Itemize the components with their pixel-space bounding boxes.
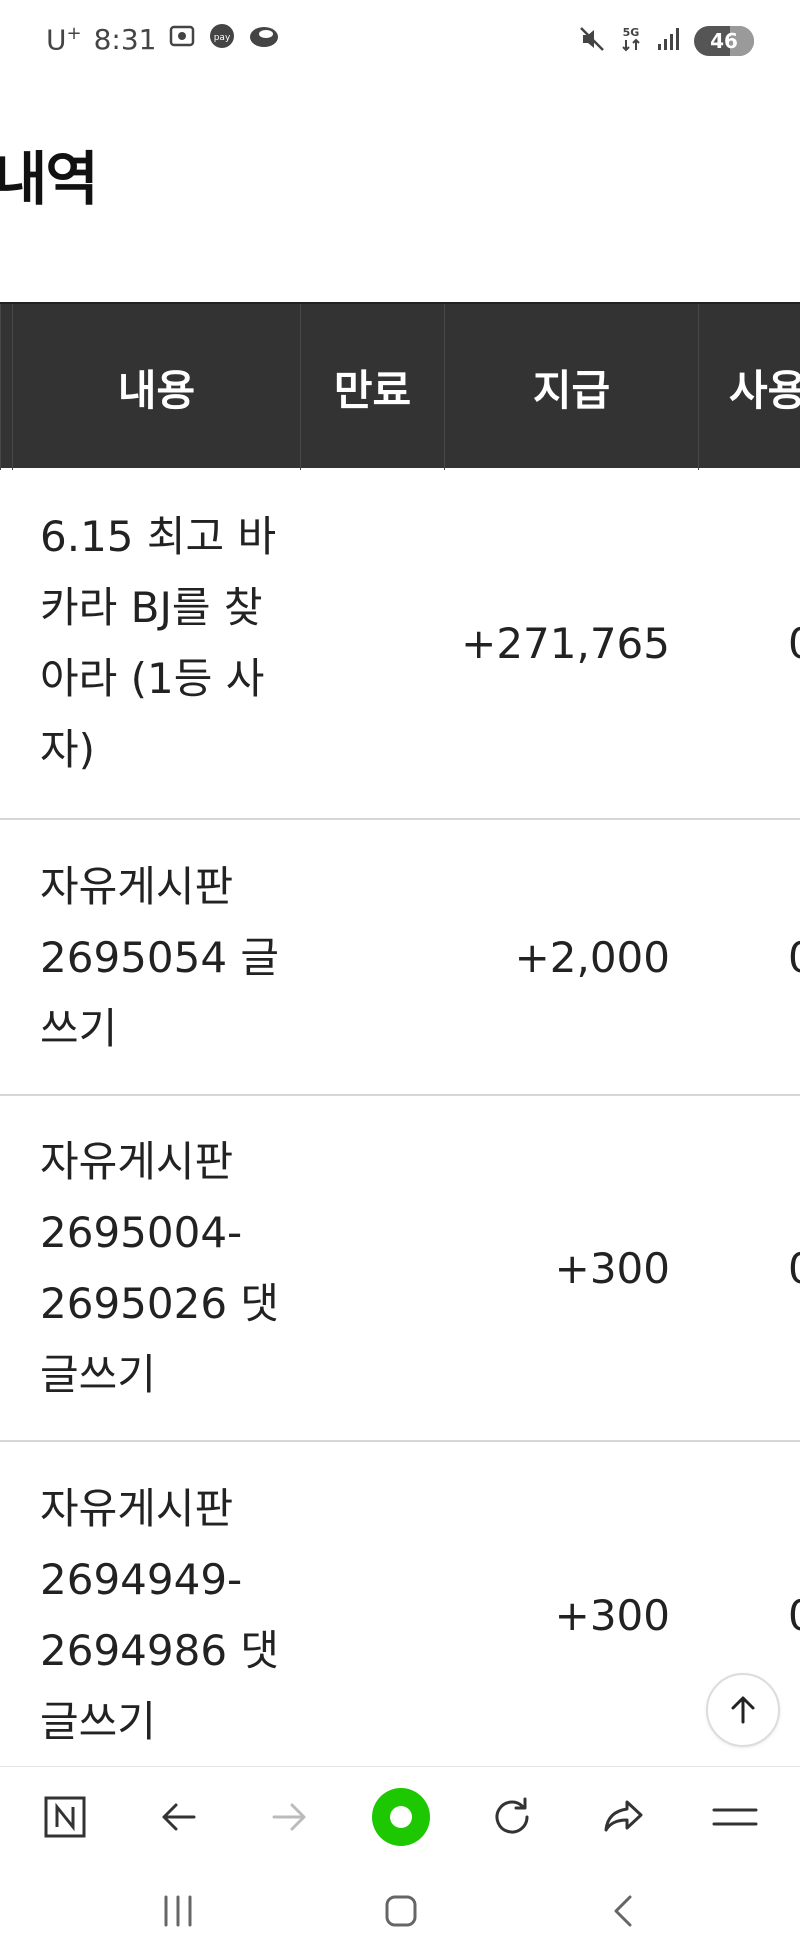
status-time: 8:31 bbox=[93, 23, 157, 56]
row-amount: +271,765 bbox=[461, 618, 670, 668]
5g-icon: 5G bbox=[618, 24, 644, 58]
battery-icon: 46 bbox=[694, 26, 754, 56]
signal-icon bbox=[656, 26, 682, 56]
pay-icon: pay bbox=[208, 22, 236, 57]
system-back-button[interactable] bbox=[594, 1886, 654, 1936]
screenshot-icon bbox=[168, 22, 196, 57]
header-expiry: 만료 bbox=[300, 304, 444, 470]
share-button[interactable] bbox=[594, 1787, 654, 1847]
table-header: 내용 만료 지급 사용 bbox=[0, 302, 800, 470]
row-content: 자유게시판 2694949-2694986 댓글쓰기 bbox=[40, 1484, 280, 1746]
row-used: 0 bbox=[788, 820, 800, 1094]
table-row: 자유게시판 2694949-2694986 댓글쓰기 +300 0 bbox=[0, 1442, 800, 1768]
status-bar: U+ 8:31 pay 5G 46 bbox=[0, 0, 800, 80]
row-used: 0 bbox=[788, 1442, 800, 1768]
status-left: U+ 8:31 pay bbox=[46, 22, 280, 57]
recent-apps-button[interactable] bbox=[148, 1886, 208, 1936]
row-amount: +300 bbox=[554, 1590, 670, 1640]
refresh-button[interactable] bbox=[482, 1787, 542, 1847]
row-amount: +300 bbox=[554, 1243, 670, 1293]
back-button[interactable] bbox=[148, 1787, 208, 1847]
menu-icon bbox=[712, 1808, 758, 1826]
recent-apps-icon bbox=[164, 1895, 192, 1927]
refresh-icon bbox=[495, 1797, 529, 1834]
history-table[interactable]: 내용 만료 지급 사용 6.15 최고 바카라 BJ를 찾아라 (1등 사자) … bbox=[0, 302, 800, 1768]
naver-home-button[interactable] bbox=[35, 1787, 95, 1847]
system-home-button[interactable] bbox=[371, 1886, 431, 1936]
system-back-icon bbox=[614, 1895, 632, 1927]
green-dot-icon bbox=[372, 1788, 430, 1846]
table-row: 6.15 최고 바카라 BJ를 찾아라 (1등 사자) +271,765 0 bbox=[0, 468, 800, 820]
back-arrow-icon bbox=[162, 1803, 196, 1831]
header-content: 내용 bbox=[12, 304, 300, 470]
header-granted: 지급 bbox=[444, 304, 698, 470]
system-nav-bar bbox=[0, 1866, 800, 1956]
svg-text:5G: 5G bbox=[623, 26, 640, 39]
row-content: 자유게시판 2695054 글쓰기 bbox=[40, 861, 280, 1053]
svg-text:pay: pay bbox=[214, 33, 231, 43]
row-amount: +2,000 bbox=[514, 932, 670, 982]
mute-icon bbox=[578, 25, 606, 57]
table-row: 자유게시판 2695004-2695026 댓글쓰기 +300 0 bbox=[0, 1096, 800, 1442]
share-icon bbox=[604, 1800, 643, 1832]
row-used: 0 bbox=[788, 1096, 800, 1440]
header-edge bbox=[0, 304, 12, 470]
row-content: 6.15 최고 바카라 BJ를 찾아라 (1등 사자) bbox=[40, 512, 277, 774]
naver-home-icon bbox=[44, 1796, 86, 1838]
status-right: 5G 46 bbox=[578, 24, 754, 58]
arrow-up-icon bbox=[731, 1696, 755, 1724]
browser-toolbar bbox=[0, 1766, 800, 1866]
cloud-app-icon bbox=[248, 22, 280, 57]
home-icon bbox=[385, 1895, 417, 1927]
scroll-to-top-button[interactable] bbox=[706, 1673, 780, 1747]
row-used: 0 bbox=[788, 468, 800, 818]
carrier-label: U+ bbox=[46, 22, 82, 57]
green-dot-button[interactable] bbox=[371, 1787, 431, 1847]
header-used: 사용 bbox=[698, 304, 800, 470]
menu-button[interactable] bbox=[705, 1787, 765, 1847]
forward-arrow-icon bbox=[272, 1803, 306, 1831]
table-row: 자유게시판 2695054 글쓰기 +2,000 0 bbox=[0, 820, 800, 1096]
row-content: 자유게시판 2695004-2695026 댓글쓰기 bbox=[40, 1137, 280, 1399]
forward-button[interactable] bbox=[260, 1787, 320, 1847]
page-title: 내역 bbox=[0, 145, 99, 213]
